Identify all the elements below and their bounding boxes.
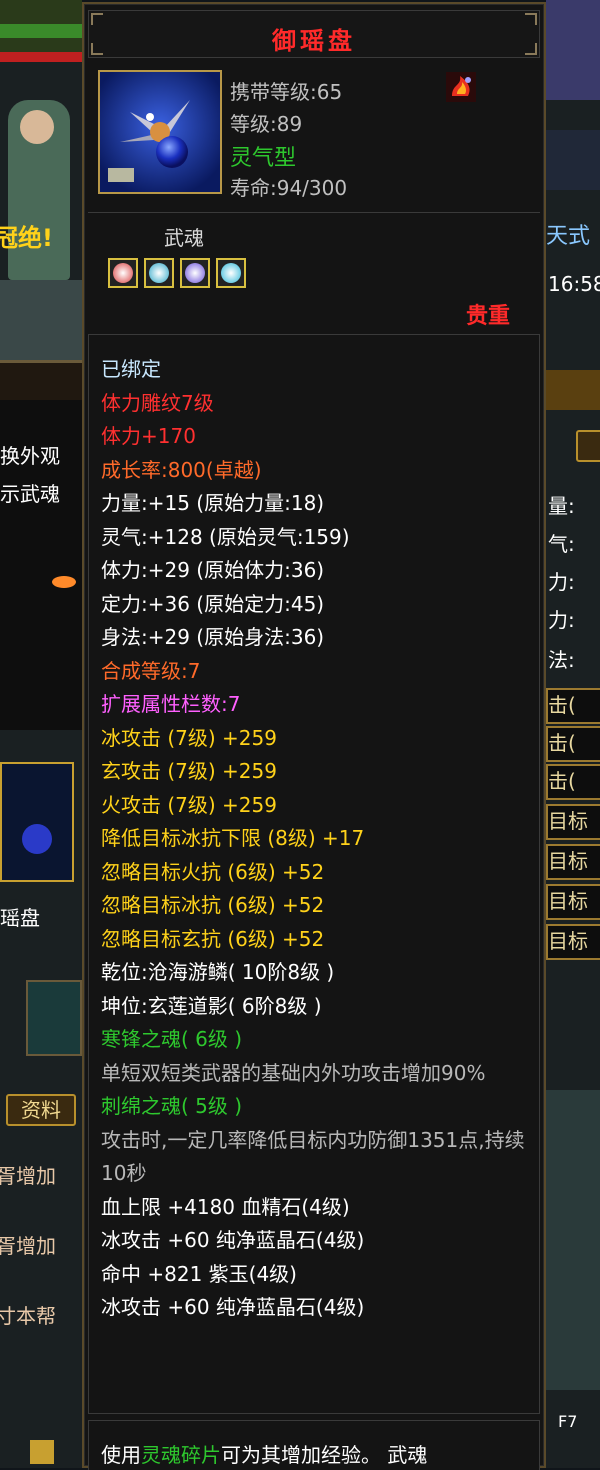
attribute-line: 定力:+36 (原始定力:45)	[101, 591, 325, 616]
bg-menu-text-4: 胥增加	[0, 1234, 56, 1258]
sword-decoration	[546, 130, 600, 190]
attribute-line: 冰攻击 (7级) +259	[101, 725, 277, 750]
attribute-line: 玄攻击 (7级) +259	[101, 759, 277, 783]
bg-item-name: 瑶盘	[0, 906, 40, 930]
game-scene-left: 冠绝! 换外观 示武魂 瑶盘 资料 胥增加 胥增加 寸本帮	[0, 0, 82, 1468]
attribute-line: 成长率:800(卓越)	[101, 457, 262, 482]
weapon-soul-section: 武魂 贵重	[88, 214, 540, 332]
profile-tab-button[interactable]: 资料	[6, 1094, 76, 1126]
right-ornament	[546, 370, 600, 410]
emblem-bg	[546, 0, 600, 100]
bg-right-title: 天式	[546, 224, 591, 249]
mana-bar-fill	[0, 52, 82, 62]
right-stat-2: 气:	[548, 532, 575, 556]
bg-banner-text: 冠绝!	[0, 224, 53, 252]
spark-effect	[52, 576, 76, 588]
lifespan: 寿命:94/300	[230, 176, 348, 200]
weapon-soul-item-icon	[98, 70, 222, 194]
attribute-line: 忽略目标冰抗 (6级) +52	[101, 893, 325, 917]
attribute-line: 忽略目标玄抗 (6级) +52	[101, 926, 325, 951]
footer-suffix: 可为其增加经验。 武魂	[221, 1443, 428, 1467]
tooltip-title-bar: 御瑶盘	[88, 10, 540, 58]
npc-head	[20, 110, 54, 144]
carry-level: 携带等级:65	[230, 80, 343, 104]
item-header: 携带等级:65 等级:89 灵气型 寿命:94/300	[88, 62, 540, 213]
footer-prefix: 使用	[101, 1443, 141, 1467]
attribute-line: 冰攻击 +60 纯净蓝晶石(4级)	[101, 1228, 365, 1252]
scroll-down-arrow[interactable]	[30, 1440, 54, 1464]
soul-gem-icon[interactable]	[144, 258, 174, 288]
attribute-line: 体力+170	[101, 424, 196, 448]
attribute-list: 已绑定体力雕纹7级 体力+170 成长率:800(卓越) 力量:+15 (原始力量:1…	[101, 353, 537, 1325]
skill-slot[interactable]	[26, 980, 82, 1056]
attribute-line: 命中 +821 紫玉(4级)	[101, 1261, 297, 1286]
attribute-line: 刺绵之魂( 5级 )	[101, 1094, 243, 1118]
item-name: 御瑶盘	[272, 27, 356, 55]
attribute-line: 冰攻击 +60 纯净蓝晶石(4级)	[101, 1295, 365, 1319]
attribute-line: 乾位:沧海游鳞( 10阶8级 )	[101, 960, 335, 984]
health-bar-fill	[0, 24, 82, 38]
right-tab-button[interactable]	[576, 430, 600, 462]
right-attr-row[interactable]: 目标	[546, 884, 600, 920]
item-level: 等级:89	[230, 112, 303, 136]
tooltip-footer: 使用灵魂碎片可为其增加经验。 武魂	[88, 1420, 540, 1470]
attribute-line: 已绑定	[101, 357, 161, 381]
right-scene	[546, 1090, 600, 1390]
rarity-label: 贵重	[465, 304, 510, 329]
hotkey-f7[interactable]: F7	[558, 1412, 577, 1431]
bg-menu-text-5: 寸本帮	[0, 1304, 56, 1328]
attribute-line: 身法:+29 (原始身法:36)	[101, 625, 325, 649]
attribute-line: 血上限 +4180 血精石(4级)	[101, 1194, 350, 1219]
attribute-line: 坤位:玄莲道影( 6阶8级 )	[101, 993, 322, 1018]
soul-gem-icon[interactable]	[216, 258, 246, 288]
attribute-line: 体力雕纹7级	[101, 390, 214, 415]
bg-menu-text-2: 示武魂	[0, 482, 60, 506]
attribute-line: 灵气:+128 (原始灵气:159)	[101, 524, 350, 549]
clock-text: 16:58	[548, 272, 600, 296]
bg-menu-text-1: 换外观	[0, 444, 60, 468]
right-attr-row[interactable]: 击(	[546, 764, 600, 800]
fire-mark-icon	[444, 70, 478, 104]
footer-hint: 使用灵魂碎片可为其增加经验。 武魂	[101, 1439, 427, 1468]
item-slot-preview[interactable]	[0, 762, 74, 882]
right-attr-row[interactable]: 目标	[546, 804, 600, 840]
soul-fragment-link: 灵魂碎片	[141, 1443, 221, 1467]
right-attr-row[interactable]: 击(	[546, 726, 600, 762]
attribute-line: 扩展属性栏数:7	[101, 692, 241, 716]
attribute-line: 寒锋之魂( 6级 )	[101, 1027, 243, 1051]
right-stat-4: 力:	[548, 608, 575, 632]
attribute-line: 火攻击 (7级) +259	[101, 792, 277, 817]
attribute-line: 降低目标冰抗下限 (8级) +17	[101, 826, 365, 850]
soul-gem-icon[interactable]	[108, 258, 138, 288]
right-stat-3: 力:	[548, 570, 575, 594]
item-tooltip-panel: 御瑶盘 携带等级:65 等级:89 灵气型 寿命:94/300 武魂 贵重 已绑…	[82, 2, 546, 1470]
attribute-list-box: 已绑定体力雕纹7级 体力+170 成长率:800(卓越) 力量:+15 (原始力量:1…	[88, 334, 540, 1414]
attribute-line: 合成等级:7	[101, 658, 201, 683]
soul-type: 灵气型	[230, 146, 297, 171]
attribute-line: 单短双短类武器的基础内外功攻击增加90%	[101, 1060, 486, 1085]
attribute-line: 攻击时,一定几率降低目标内功防御1351点,持续10秒	[101, 1127, 525, 1186]
right-stat-5: 法:	[548, 648, 575, 672]
attribute-line: 力量:+15 (原始力量:18)	[101, 491, 325, 515]
right-attr-row[interactable]: 目标	[546, 844, 600, 880]
right-attr-row[interactable]: 击(	[546, 688, 600, 724]
weapon-soul-label: 武魂	[164, 226, 204, 250]
attribute-line: 忽略目标火抗 (6级) +52	[101, 859, 325, 884]
game-scene-right: 天式 16:58 量: 气: 力: 力: 法: 击( 击( 击( 目标 目标 目…	[546, 0, 600, 1468]
attribute-line: 体力:+29 (原始体力:36)	[101, 558, 325, 582]
soul-gem-icon[interactable]	[180, 258, 210, 288]
right-stat-1: 量:	[548, 494, 575, 518]
right-attr-row[interactable]: 目标	[546, 924, 600, 960]
bg-menu-text-3: 胥增加	[0, 1164, 56, 1188]
ornament-strip	[0, 360, 82, 403]
